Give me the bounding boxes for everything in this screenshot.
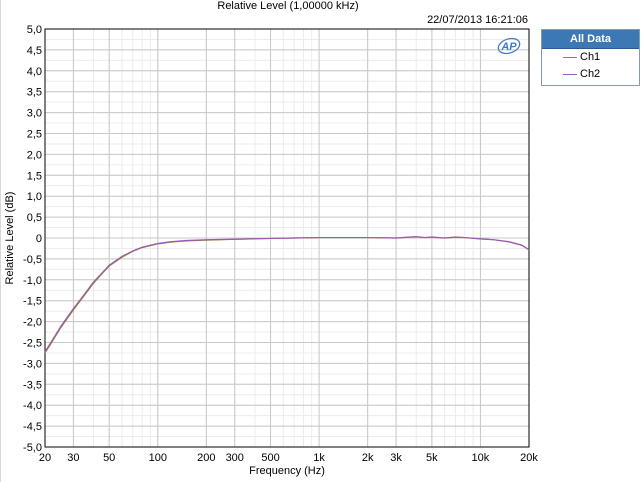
x-tick-label: 5k bbox=[426, 452, 438, 464]
y-tick-label: -5,0 bbox=[23, 442, 42, 454]
x-tick-label: 100 bbox=[149, 452, 167, 464]
x-tick-label: 200 bbox=[197, 452, 215, 464]
x-tick-label: 500 bbox=[261, 452, 279, 464]
ap-logo-text: AP bbox=[500, 41, 517, 53]
y-tick-label: 4,0 bbox=[27, 66, 42, 78]
y-tick-label: 5,0 bbox=[27, 24, 42, 36]
y-tick-label: 3,0 bbox=[27, 108, 42, 120]
y-tick-label: -3,0 bbox=[23, 358, 42, 370]
x-tick-labels: 20 30 50 100 200 300 500 1k 2k 3k 5k 10k 20k bbox=[39, 452, 538, 464]
y-tick-label: 1,0 bbox=[27, 191, 42, 203]
legend-panel[interactable]: All Data Ch1 Ch2 bbox=[541, 29, 640, 86]
legend-swatch-ch2 bbox=[563, 74, 577, 75]
y-axis-label: Relative Level (dB) bbox=[4, 192, 16, 285]
x-tick-label: 10k bbox=[472, 452, 490, 464]
y-tick-label: -4,0 bbox=[23, 400, 42, 412]
y-tick-label: -3,5 bbox=[23, 379, 42, 391]
legend-label-ch2: Ch2 bbox=[580, 68, 601, 80]
y-tick-label: -4,5 bbox=[23, 421, 42, 433]
legend-label-ch1: Ch1 bbox=[580, 51, 601, 63]
y-tick-label: 0 bbox=[36, 233, 42, 245]
y-tick-label: 1,5 bbox=[27, 170, 42, 182]
x-axis-label: Frequency (Hz) bbox=[249, 465, 325, 477]
legend-header-all-data[interactable]: All Data bbox=[542, 30, 639, 49]
x-tick-label: 300 bbox=[226, 452, 244, 464]
series-layer bbox=[44, 236, 530, 354]
x-tick-label: 50 bbox=[103, 452, 115, 464]
y-tick-label: 3,5 bbox=[27, 87, 42, 99]
x-tick-label: 20k bbox=[520, 452, 538, 464]
legend-swatch-ch1 bbox=[563, 57, 577, 58]
y-tick-labels: 5,0 4,5 4,0 3,5 3,0 2,5 2,0 1,5 1,0 0,5 0 -0,5 -1,0 -… bbox=[23, 24, 42, 454]
y-tick-label: -0,5 bbox=[23, 254, 42, 266]
y-tick-label: -1,5 bbox=[23, 296, 42, 308]
y-tick-label: 2,0 bbox=[27, 149, 42, 161]
ap-logo-icon: AP bbox=[497, 37, 521, 55]
y-tick-label: -2,0 bbox=[23, 317, 42, 329]
y-tick-label: 0,5 bbox=[27, 212, 42, 224]
x-tick-label: 1k bbox=[313, 452, 325, 464]
legend-item-ch2[interactable]: Ch2 bbox=[542, 66, 639, 83]
x-tick-label: 3k bbox=[390, 452, 402, 464]
series-line-ch2 bbox=[44, 236, 530, 353]
legend-item-ch1[interactable]: Ch1 bbox=[542, 49, 639, 66]
y-tick-label: 4,5 bbox=[27, 45, 42, 57]
y-tick-label: -2,5 bbox=[23, 338, 42, 350]
y-tick-label: 2,5 bbox=[27, 129, 42, 141]
x-tick-label: 2k bbox=[362, 452, 374, 464]
y-tick-label: -1,0 bbox=[23, 275, 42, 287]
x-tick-label: 30 bbox=[67, 452, 79, 464]
series-line-ch1 bbox=[44, 236, 530, 354]
